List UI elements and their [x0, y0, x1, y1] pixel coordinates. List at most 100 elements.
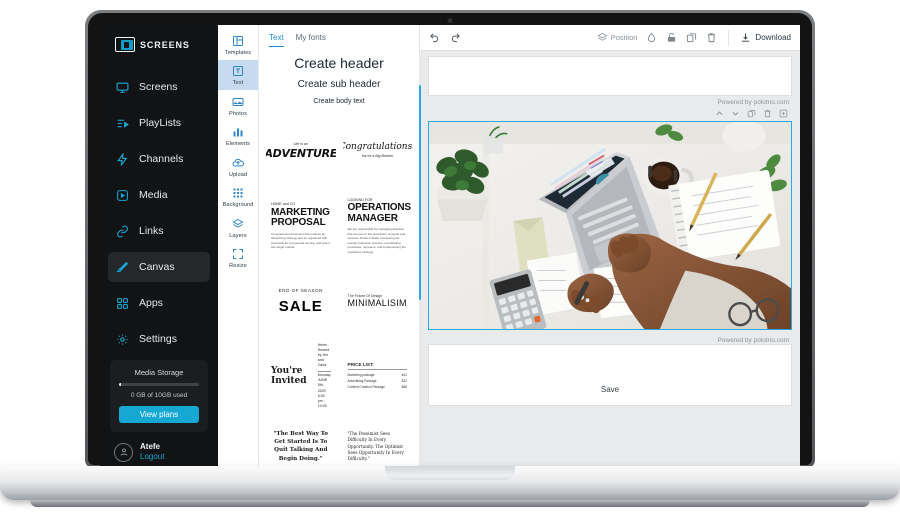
position-label: Position: [610, 33, 638, 42]
redo-icon[interactable]: [450, 32, 461, 43]
toolbar-right-group: Position Download: [597, 29, 791, 46]
media-play-icon: [116, 189, 129, 202]
sidebar-label: Settings: [139, 333, 177, 345]
template-item[interactable]: Congratulations! You're a Big Brother: [342, 117, 412, 185]
trash-icon[interactable]: [763, 109, 772, 118]
text-icon: [218, 65, 258, 78]
duplicate-icon[interactable]: [747, 109, 756, 118]
template-item[interactable]: LOOKING FOR OPERATIONS MANAGER We are re…: [342, 192, 412, 260]
templates-icon: [218, 34, 258, 47]
expand-icon[interactable]: [779, 109, 788, 118]
canvas-page-bottom[interactable]: Save: [428, 344, 792, 406]
webcam-dot: [447, 18, 453, 23]
create-sub-header-button[interactable]: Create sub header: [259, 79, 419, 90]
sidebar-item-settings[interactable]: Settings: [108, 324, 210, 354]
duplicate-icon[interactable]: [686, 32, 697, 43]
sidebar-label: Links: [139, 225, 164, 237]
chevron-down-icon[interactable]: [731, 109, 740, 118]
tool-background[interactable]: Background: [218, 182, 258, 213]
template-title: MINIMALISIM: [347, 297, 407, 308]
layers-icon: [218, 217, 258, 230]
tool-upload[interactable]: Upload: [218, 151, 258, 182]
laptop-base: [0, 466, 900, 500]
toolbar-left-group: [429, 32, 461, 43]
template-kicker: END OF SEASON: [278, 287, 323, 293]
sidebar-item-media[interactable]: Media: [108, 180, 210, 210]
view-plans-button[interactable]: View plans: [119, 405, 199, 423]
desk-workspace-photo[interactable]: [428, 121, 792, 330]
canvas-page-top[interactable]: [428, 56, 792, 96]
template-item[interactable]: PRICE LIST: Marketing package $41 Advert…: [342, 342, 412, 410]
template-quote: "The Pessimist Sees Difficulty In Every …: [347, 431, 404, 462]
download-button[interactable]: Download: [740, 32, 791, 43]
user-name: Atefe: [140, 441, 161, 451]
trash-icon[interactable]: [706, 32, 717, 43]
background-icon: [218, 187, 258, 200]
text-panel: Text My fonts Create header Create sub h…: [259, 25, 421, 466]
create-text-options: Create header Create sub header Create b…: [259, 47, 419, 113]
template-title: SALE: [278, 298, 323, 316]
tool-photos[interactable]: Photos: [218, 90, 258, 121]
sidebar-item-apps[interactable]: Apps: [108, 288, 210, 318]
playlist-icon: [116, 117, 129, 130]
polotno-watermark-top: Powered by polotno.com: [717, 99, 789, 106]
template-quote: "The Best Way To Get Started Is To Quit …: [273, 430, 329, 462]
create-body-text-button[interactable]: Create body text: [259, 98, 419, 105]
tool-templates[interactable]: Templates: [218, 29, 258, 60]
tool-label: Templates: [224, 49, 252, 56]
toolbar-divider: [728, 29, 730, 46]
grid-apps-icon: [116, 297, 129, 310]
sidebar-item-canvas[interactable]: Canvas: [108, 252, 210, 282]
tool-layers[interactable]: Layers: [218, 212, 258, 243]
chevron-up-icon[interactable]: [715, 109, 724, 118]
template-body: We are responsible for managing activiti…: [347, 227, 406, 254]
logout-link[interactable]: Logout: [140, 452, 164, 463]
tool-elements[interactable]: Elements: [218, 121, 258, 152]
unlock-icon[interactable]: [666, 32, 677, 43]
template-item[interactable]: You're Invited Lina Helen Hosted by Jim …: [266, 342, 336, 410]
template-item[interactable]: END OF SEASON SALE: [266, 267, 336, 335]
template-item[interactable]: Life is an ADVENTURE: [266, 117, 336, 185]
elements-icon: [218, 126, 258, 139]
tool-label: Text: [232, 80, 244, 86]
position-button[interactable]: Position: [597, 32, 638, 43]
template-item[interactable]: "The Pessimist Sees Difficulty In Every …: [342, 417, 412, 466]
price-value: $66: [401, 384, 407, 389]
laptop-foot: [30, 500, 870, 507]
storage-title: Media Storage: [134, 368, 184, 377]
screens-logo-icon: [115, 37, 135, 52]
tool-label: Resize: [229, 263, 247, 269]
template-title: MARKETING PROPOSAL: [271, 206, 330, 229]
tool-label: Layers: [229, 232, 247, 239]
laptop-notch: [385, 466, 515, 480]
sidebar-item-channels[interactable]: Channels: [108, 144, 210, 174]
brush-icon: [116, 261, 129, 274]
sidebar-item-playlists[interactable]: PlayLists: [108, 108, 210, 138]
create-header-button[interactable]: Create header: [259, 55, 419, 71]
template-item[interactable]: HOME and CO MARKETING PROPOSAL An agreem…: [266, 192, 336, 260]
tab-my-fonts[interactable]: My fonts: [296, 33, 326, 47]
gear-icon: [116, 333, 129, 346]
price-row: Content Creation Package $66: [348, 384, 408, 390]
brand-logo[interactable]: SCREENS: [100, 25, 218, 66]
save-button[interactable]: Save: [429, 379, 791, 399]
template-item[interactable]: "The Best Way To Get Started Is To Quit …: [266, 417, 336, 466]
transparency-icon[interactable]: [646, 32, 657, 43]
storage-progress-bar: [119, 383, 199, 386]
sidebar-item-links[interactable]: Links: [108, 216, 210, 246]
text-template-grid: Life is an ADVENTURE Congratulations! Yo…: [259, 113, 419, 466]
template-title: PRICE LIST:: [347, 362, 374, 368]
sidebar-item-screens[interactable]: Screens: [108, 72, 210, 102]
undo-icon[interactable]: [429, 32, 440, 43]
sidebar-nav: Screens PlayLists Channels Media Links C…: [100, 66, 218, 360]
tool-text[interactable]: Text: [218, 59, 258, 90]
tool-resize[interactable]: Resize: [218, 243, 258, 274]
editor-area: Position Download Powered by polotno.com…: [420, 25, 800, 466]
link-icon: [116, 225, 129, 238]
canvas-page-middle[interactable]: [428, 121, 792, 334]
tab-text[interactable]: Text: [269, 33, 284, 47]
template-title: OPERATIONS MANAGER: [347, 202, 412, 224]
tool-label: Background: [222, 202, 254, 208]
canvas-scroll-area[interactable]: Powered by polotno.com Powered by polotn…: [420, 51, 800, 466]
template-item[interactable]: The Future Of Design MINIMALISIM: [342, 267, 412, 335]
